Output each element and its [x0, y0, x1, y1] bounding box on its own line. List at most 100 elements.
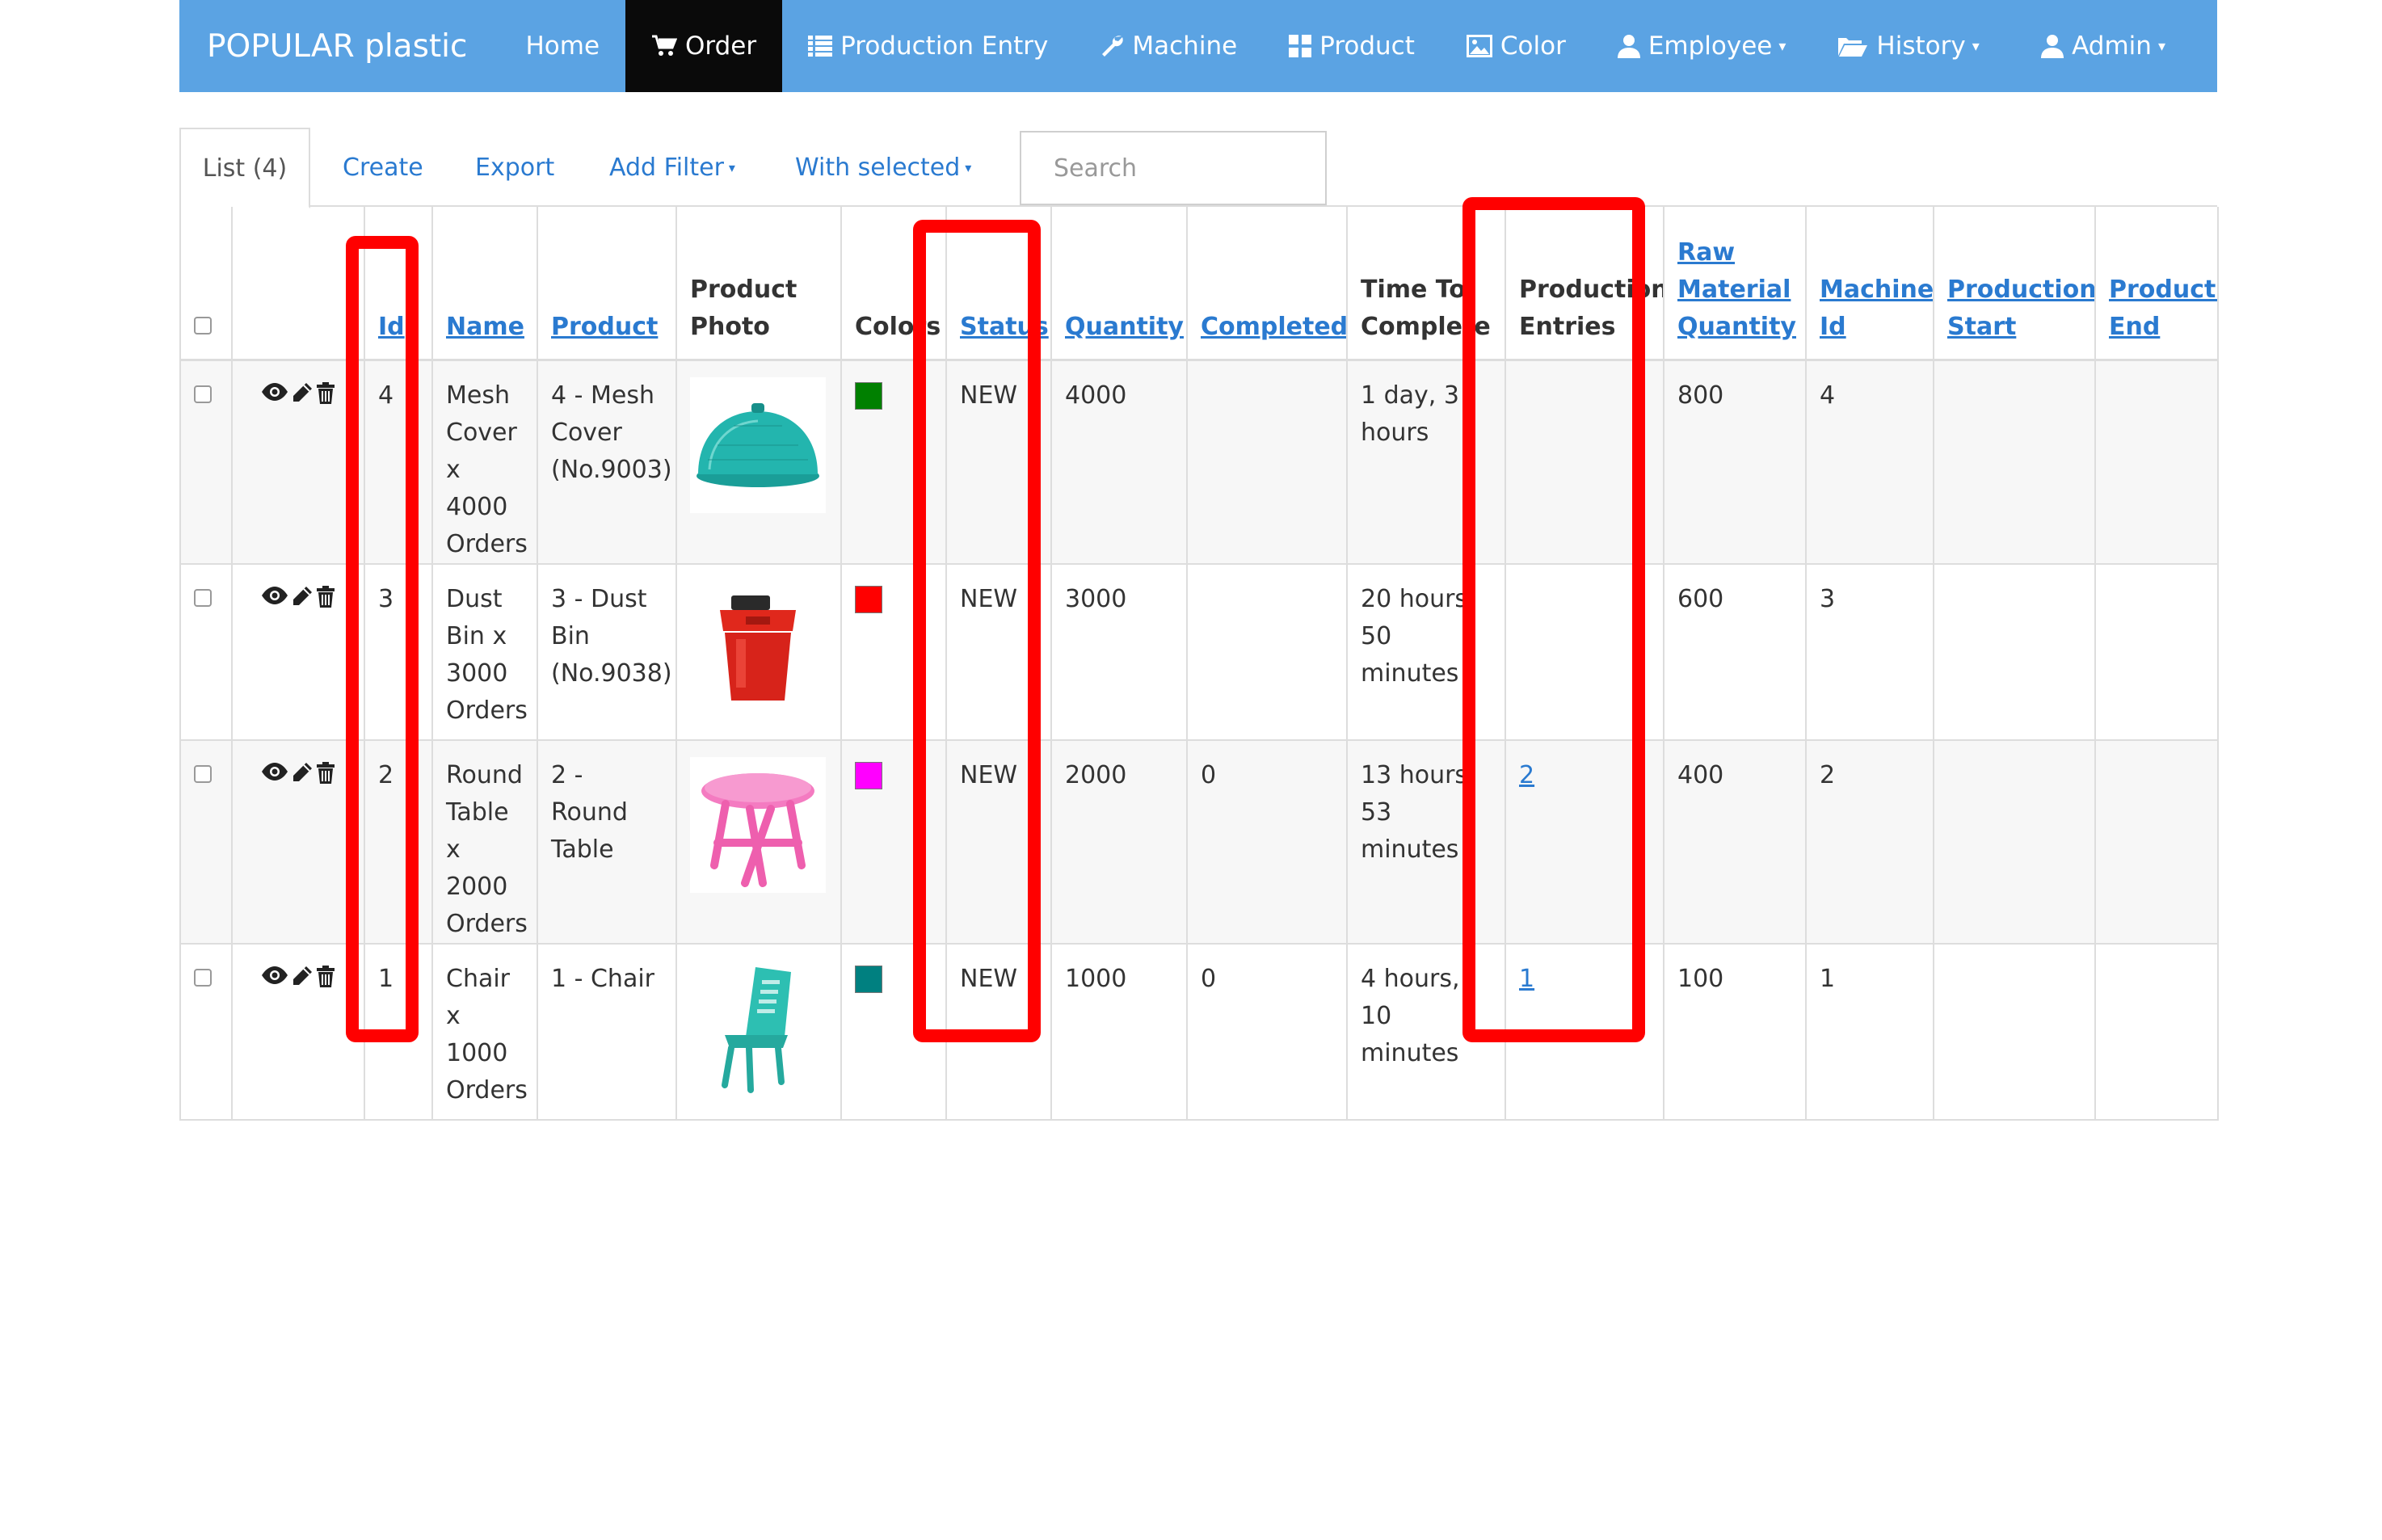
header-production-start: Production Start	[1933, 207, 2096, 361]
header-colors: Colors	[840, 207, 947, 361]
sort-completed-link[interactable]: Completed	[1201, 313, 1345, 341]
tab-with-selected[interactable]: With selected ▾	[795, 128, 971, 207]
sort-id-link[interactable]: Id	[378, 313, 405, 341]
tab-export[interactable]: Export	[475, 128, 554, 207]
eye-icon[interactable]	[261, 966, 288, 988]
pencil-icon[interactable]	[292, 382, 313, 405]
nav-production-entry-label: Production Entry	[840, 32, 1049, 61]
colors-cell	[840, 740, 947, 944]
row-select-cell	[179, 564, 233, 740]
add-filter-label: Add Filter	[609, 153, 724, 182]
header-completed: Completed	[1186, 207, 1348, 361]
mesh-cover-image	[690, 377, 826, 513]
sort-status-link[interactable]: Status	[960, 313, 1049, 341]
sort-production-end-link[interactable]: Production End	[2109, 276, 2216, 341]
nav-production-entry[interactable]: Production Entry	[782, 0, 1074, 92]
wrench-icon	[1100, 34, 1124, 58]
with-selected-label: With selected	[795, 153, 961, 182]
header-actions	[231, 207, 365, 361]
sort-name-link[interactable]: Name	[446, 313, 524, 341]
grid-icon	[1289, 35, 1312, 57]
sort-product-link[interactable]: Product	[551, 313, 658, 341]
caret-down-icon: ▾	[1972, 37, 1980, 55]
order-production-end	[2094, 944, 2219, 1120]
eye-icon[interactable]	[261, 382, 288, 405]
row-checkbox[interactable]	[194, 765, 212, 783]
pencil-icon[interactable]	[292, 586, 313, 608]
table-row: 4 Mesh Cover x 4000 Orders 4 - Mesh Cove…	[179, 360, 2219, 564]
header-production-entries: Production Entries	[1505, 207, 1664, 361]
row-actions-cell	[231, 740, 365, 944]
nav-machine-label: Machine	[1132, 32, 1238, 61]
row-checkbox[interactable]	[194, 969, 212, 987]
tab-list[interactable]: List (4)	[179, 128, 310, 208]
product-photo-cell	[675, 740, 842, 944]
caret-down-icon: ▾	[965, 159, 972, 175]
row-checkbox[interactable]	[194, 589, 212, 607]
search-input[interactable]	[1020, 131, 1327, 205]
production-entries-link[interactable]: 1	[1519, 965, 1534, 993]
nav-history-dropdown[interactable]: History ▾	[1812, 0, 2005, 92]
trash-icon[interactable]	[316, 966, 335, 988]
select-all-checkbox[interactable]	[194, 317, 212, 335]
production-entries-link[interactable]: 2	[1519, 761, 1534, 789]
order-product: 2 - Round Table	[537, 740, 677, 944]
nav-order[interactable]: Order	[625, 0, 783, 92]
trash-icon[interactable]	[316, 762, 335, 785]
table-row: 2 Round Table x 2000 Orders 2 - Round Ta…	[179, 740, 2219, 944]
header-name: Name	[431, 207, 538, 361]
orders-table: Id Name Product Product Photo Colors Sta…	[179, 207, 2219, 1121]
order-production-start	[1933, 360, 2096, 564]
color-swatch	[855, 382, 882, 410]
eye-icon[interactable]	[261, 762, 288, 785]
product-photo-cell	[675, 944, 842, 1120]
tab-create[interactable]: Create	[343, 128, 423, 207]
trash-icon[interactable]	[316, 382, 335, 405]
eye-icon[interactable]	[261, 586, 288, 608]
header-product: Product	[537, 207, 677, 361]
order-id: 1	[364, 944, 433, 1120]
order-production-start	[1933, 564, 2096, 740]
order-time-to-complete: 13 hours, 53 minutes	[1346, 740, 1506, 944]
caret-down-icon: ▾	[2157, 37, 2165, 55]
order-quantity: 3000	[1050, 564, 1188, 740]
user-icon	[1617, 34, 1640, 58]
order-raw-material-quantity: 100	[1663, 944, 1807, 1120]
header-raw-material-quantity: Raw Material Quantity	[1663, 207, 1807, 361]
nav-color-label: Color	[1500, 32, 1566, 61]
order-completed: 0	[1186, 944, 1348, 1120]
color-swatch	[855, 586, 882, 613]
nav-machine[interactable]: Machine	[1074, 0, 1263, 92]
order-quantity: 2000	[1050, 740, 1188, 944]
order-machine-id: 1	[1805, 944, 1934, 1120]
order-status: NEW	[945, 944, 1052, 1120]
order-id: 2	[364, 740, 433, 944]
production-entries-cell	[1505, 360, 1664, 564]
nav-history-label: History	[1876, 32, 1966, 61]
header-id: Id	[364, 207, 433, 361]
row-checkbox[interactable]	[194, 385, 212, 403]
sort-raw-material-link[interactable]: Raw Material Quantity	[1677, 238, 1796, 341]
nav-home[interactable]: Home	[499, 0, 625, 92]
picture-icon	[1466, 35, 1492, 57]
pencil-icon[interactable]	[292, 966, 313, 988]
product-photo-cell	[675, 564, 842, 740]
brand-logo[interactable]: POPULAR plastic	[179, 0, 499, 92]
list-tab-bar: List (4) Create Export Add Filter ▾ With…	[179, 128, 2217, 208]
sort-production-start-link[interactable]: Production Start	[1947, 276, 2094, 341]
nav-color[interactable]: Color	[1441, 0, 1592, 92]
tab-add-filter[interactable]: Add Filter ▾	[609, 128, 735, 207]
order-quantity: 4000	[1050, 360, 1188, 564]
nav-admin-label: Admin	[2072, 32, 2152, 61]
trash-icon[interactable]	[316, 586, 335, 608]
nav-product[interactable]: Product	[1263, 0, 1441, 92]
order-status: NEW	[945, 740, 1052, 944]
sort-machine-id-link[interactable]: Machine Id	[1820, 276, 1932, 341]
nav-admin-dropdown[interactable]: Admin ▾	[2015, 0, 2217, 92]
pencil-icon[interactable]	[292, 762, 313, 785]
sort-quantity-link[interactable]: Quantity	[1065, 313, 1184, 341]
list-icon	[808, 35, 833, 57]
header-time-to-complete: Time To Complete	[1346, 207, 1506, 361]
nav-employee-dropdown[interactable]: Employee ▾	[1592, 0, 1812, 92]
